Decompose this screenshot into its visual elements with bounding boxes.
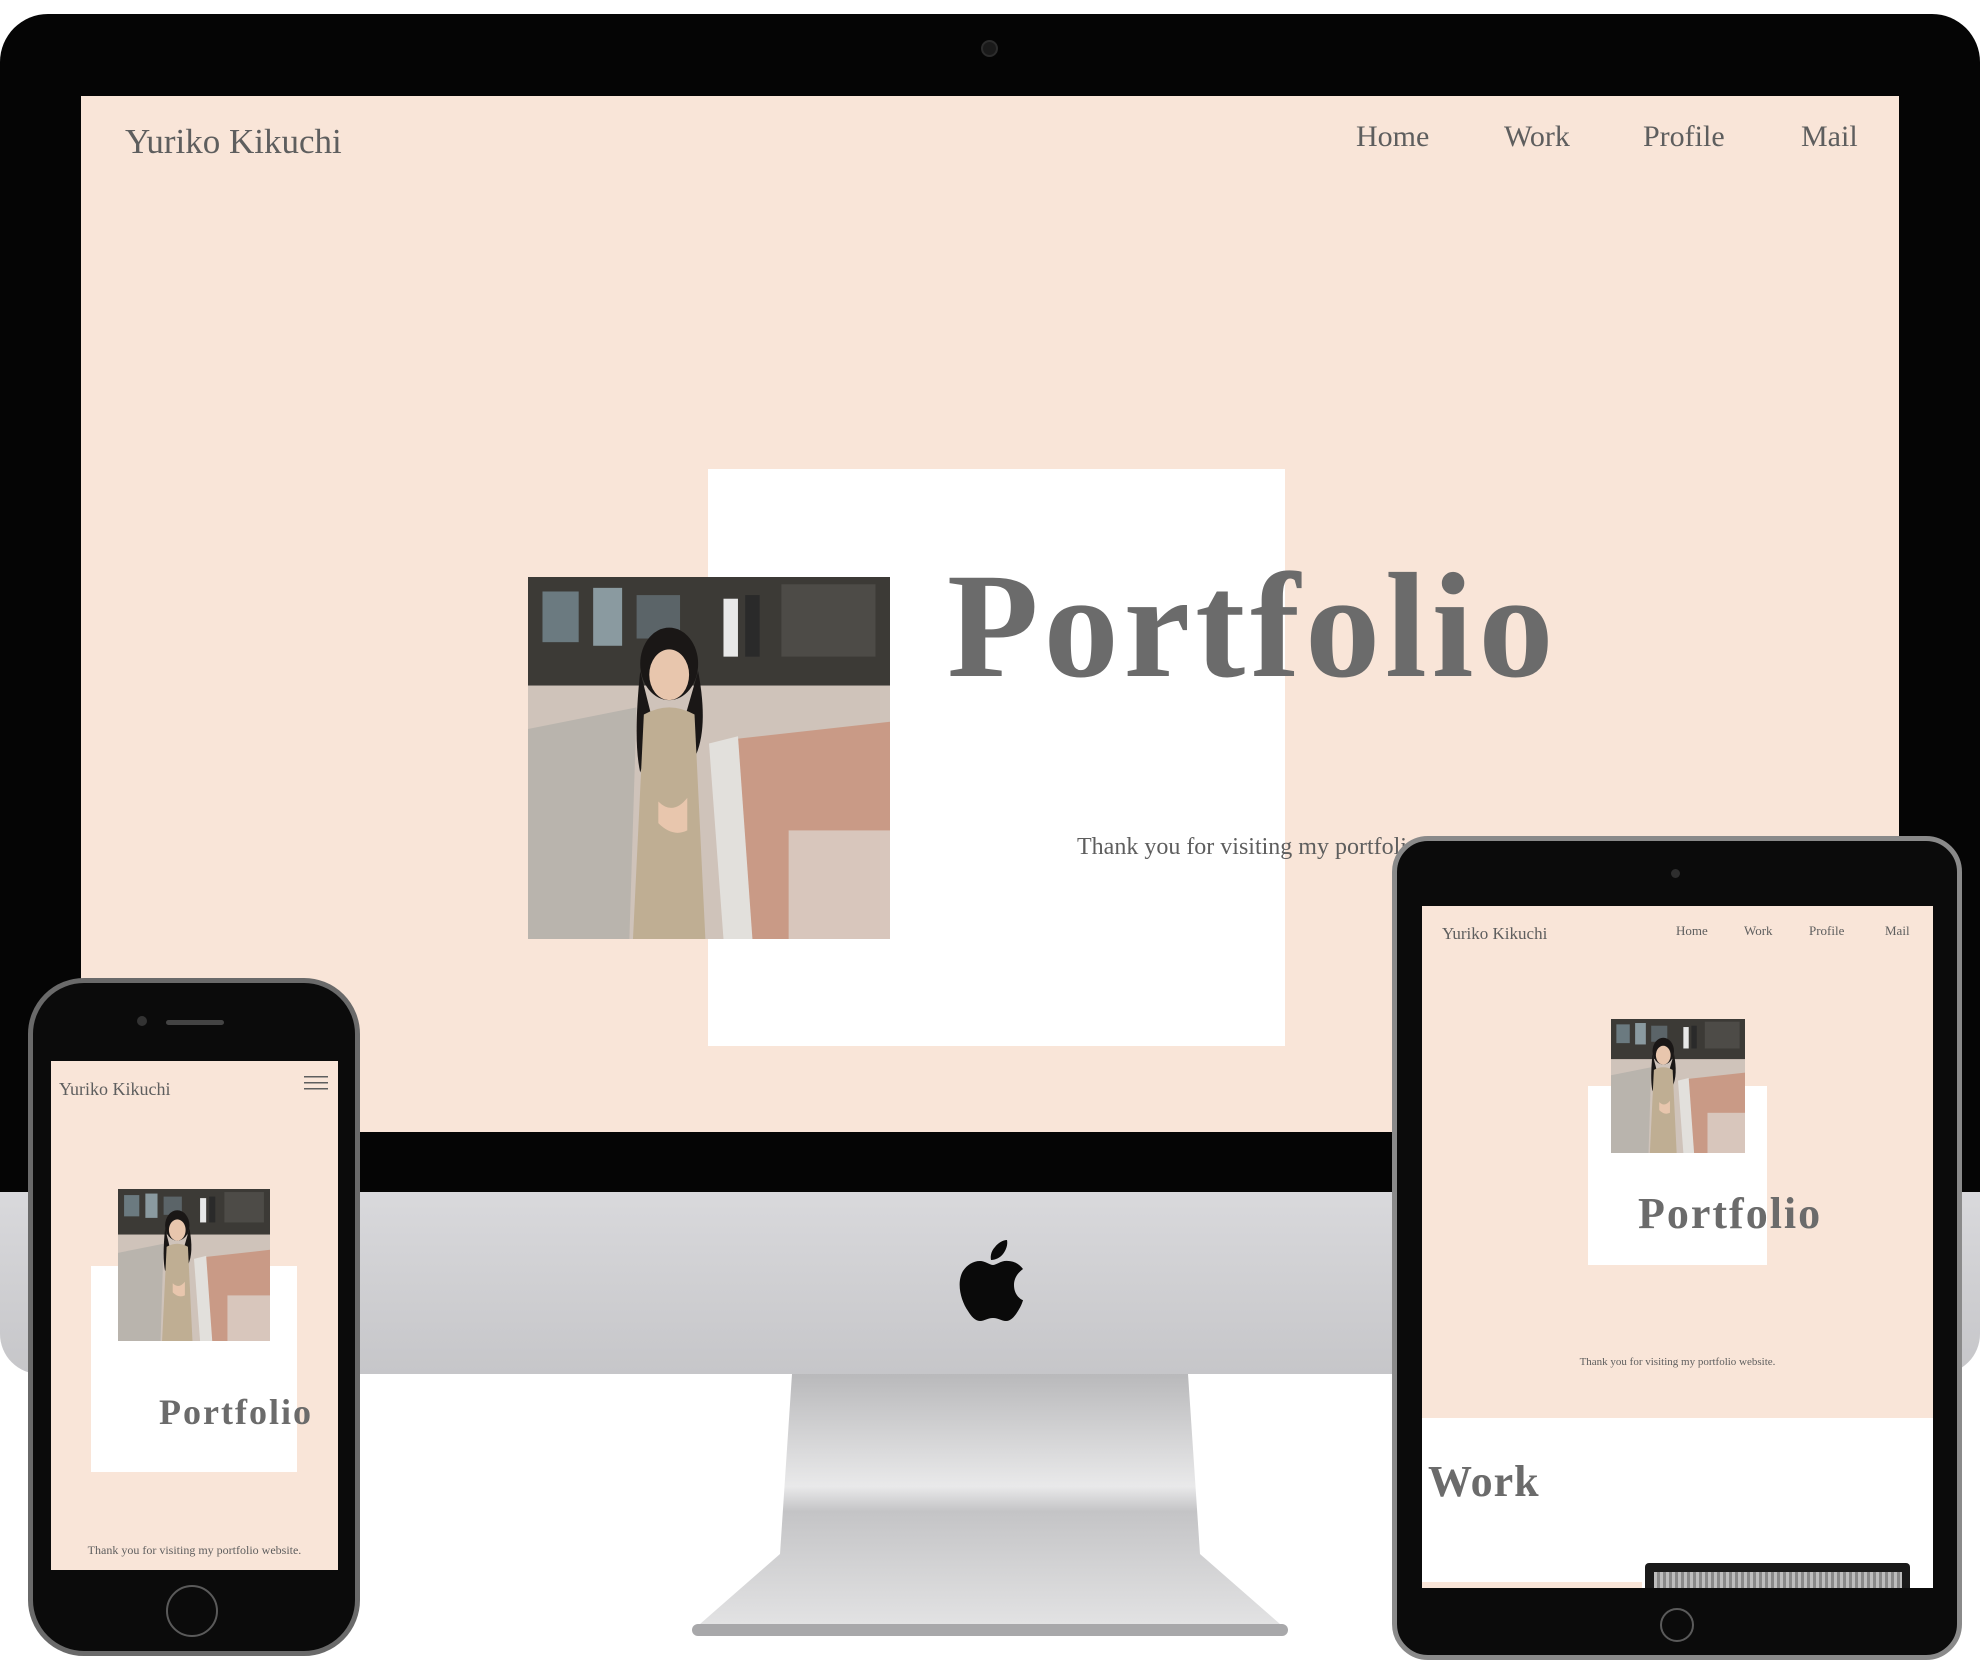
- imac-stand: [692, 1374, 1288, 1636]
- mobile-screen: Yuriko Kikuchi Portfolio Thank you for v…: [51, 1061, 338, 1570]
- hero-subtitle: Thank you for visiting my portfolio webs…: [87, 1543, 302, 1557]
- iphone-home-button[interactable]: [166, 1585, 218, 1637]
- nav-profile[interactable]: Profile: [1643, 120, 1725, 154]
- hero-title: Portfolio: [159, 1392, 313, 1432]
- work-section-title: Work: [1428, 1457, 1540, 1506]
- hero-title: Portfolio: [947, 543, 1559, 709]
- hero-photo: [1611, 1019, 1745, 1153]
- hero-subtitle: Thank you for visiting my portfolio webs…: [1579, 1356, 1776, 1368]
- ipad-camera: [1671, 869, 1680, 878]
- work-thumbnail-image: [1654, 1572, 1902, 1588]
- nav-mail[interactable]: Mail: [1885, 923, 1910, 939]
- hamburger-menu-icon[interactable]: [304, 1075, 328, 1091]
- site-logo[interactable]: Yuriko Kikuchi: [125, 122, 342, 162]
- imac-camera: [981, 40, 998, 57]
- nav-home[interactable]: Home: [1356, 120, 1429, 154]
- ipad-home-button[interactable]: [1660, 1608, 1694, 1642]
- nav-work[interactable]: Work: [1504, 120, 1570, 154]
- nav-home[interactable]: Home: [1676, 923, 1708, 939]
- nav-work[interactable]: Work: [1744, 923, 1773, 939]
- hero-photo: [118, 1189, 270, 1341]
- iphone-camera: [137, 1016, 147, 1026]
- apple-logo-icon: [959, 1240, 1023, 1321]
- nav-profile[interactable]: Profile: [1809, 923, 1844, 939]
- nav-mail[interactable]: Mail: [1801, 120, 1858, 154]
- hero-title: Portfolio: [1638, 1189, 1823, 1238]
- hero-photo: [528, 577, 890, 939]
- site-logo[interactable]: Yuriko Kikuchi: [1442, 924, 1547, 944]
- site-logo[interactable]: Yuriko Kikuchi: [59, 1079, 171, 1100]
- work-section-divider: [1422, 1582, 1642, 1588]
- hero-subtitle: Thank you for visiting my portfoli: [1077, 834, 1407, 860]
- tablet-screen: Yuriko Kikuchi Home Work Profile Mail Po…: [1422, 906, 1933, 1588]
- iphone-speaker: [166, 1020, 224, 1025]
